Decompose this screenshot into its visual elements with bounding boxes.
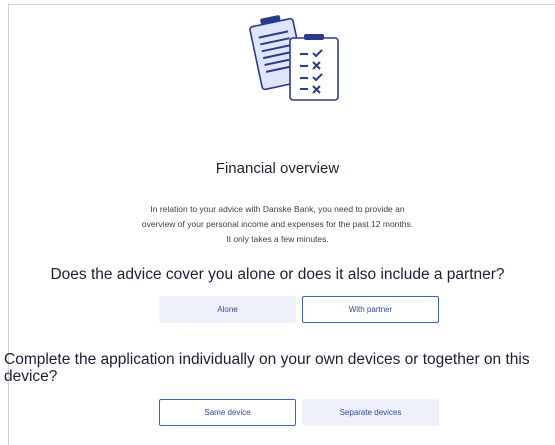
intro-text: In relation to your advice with Danske B… xyxy=(0,202,555,247)
intro-line: overview of your personal income and exp… xyxy=(141,219,414,229)
option-with-partner-button[interactable]: With partner xyxy=(302,296,439,323)
option-alone-button[interactable]: Alone xyxy=(159,296,296,323)
question-device: Complete the application individually on… xyxy=(4,351,530,385)
checklist-documents-icon xyxy=(238,10,358,106)
option-same-device-button[interactable]: Same device xyxy=(159,399,296,426)
option-separate-devices-button[interactable]: Separate devices xyxy=(302,399,439,426)
page-title: Financial overview xyxy=(215,160,340,177)
intro-line: In relation to your advice with Danske B… xyxy=(150,204,405,214)
question-partner: Does the advice cover you alone or does … xyxy=(50,266,505,283)
intro-line: It only takes a few minutes. xyxy=(226,234,329,244)
